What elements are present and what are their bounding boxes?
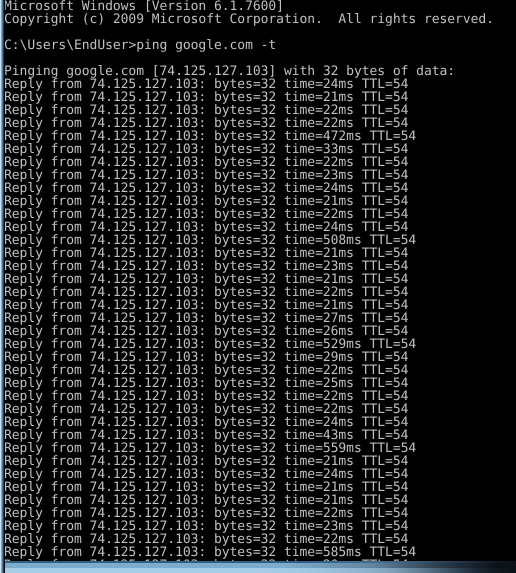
terminal-output-surface[interactable]: Microsoft Windows [Version 6.1.7600] Copy… (4, 0, 516, 563)
window-frame-bottom-edge (0, 561, 516, 573)
console-line: Copyright (c) 2009 Microsoft Corporation… (4, 12, 494, 27)
console-text-output: Microsoft Windows [Version 6.1.7600] Copy… (4, 0, 516, 563)
window-frame-left-edge (0, 0, 5, 573)
console-line: C:\Users\EndUser>ping google.com -t (4, 38, 277, 53)
command-prompt-window[interactable]: Microsoft Windows [Version 6.1.7600] Copy… (0, 0, 516, 573)
